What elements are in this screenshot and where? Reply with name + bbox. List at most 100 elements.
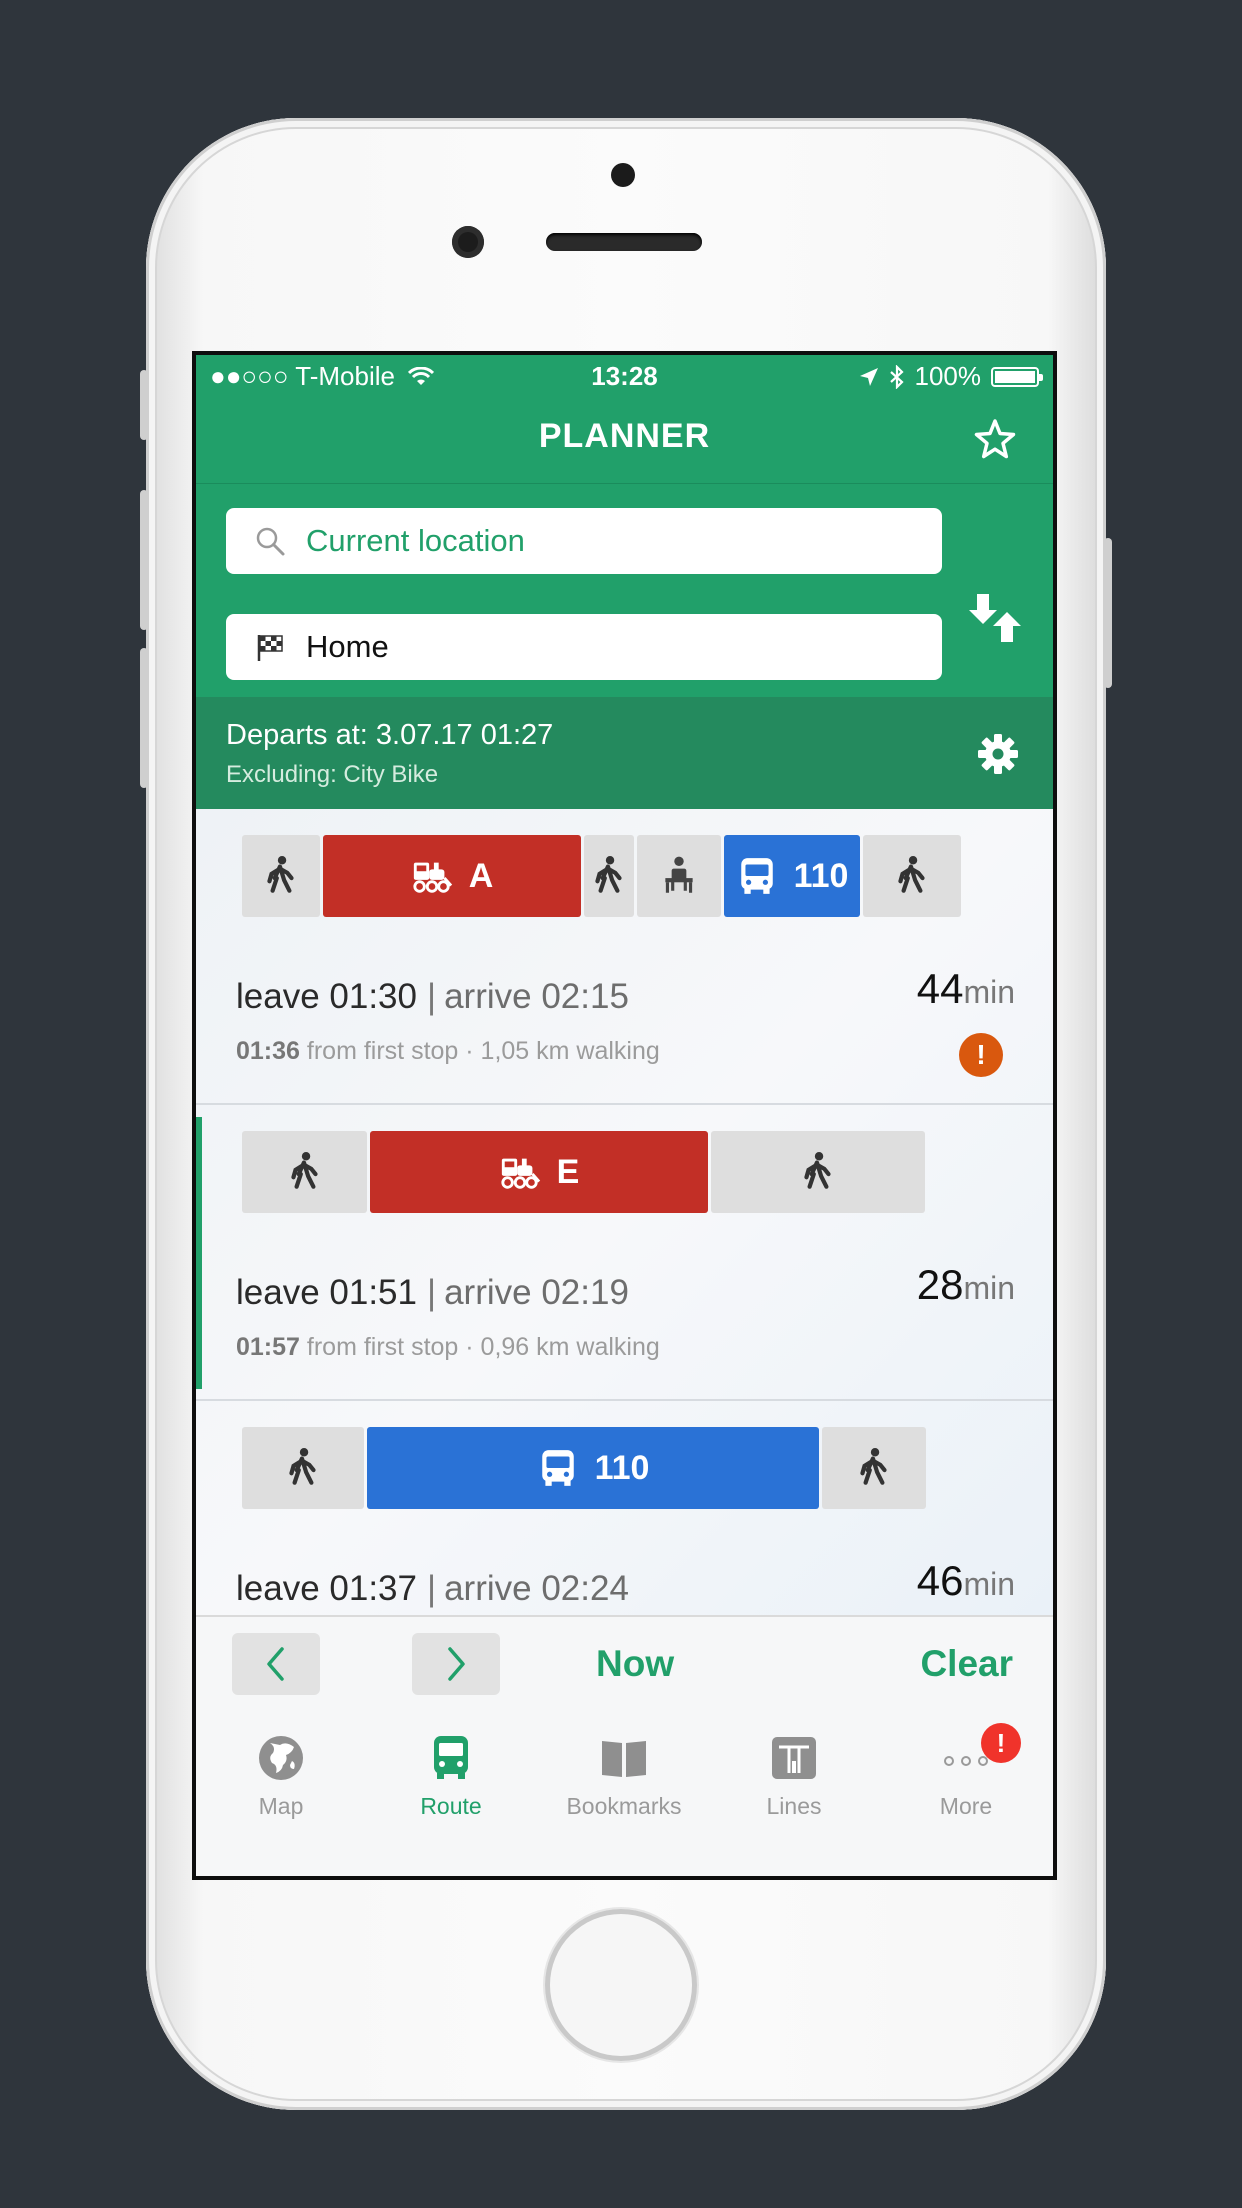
app-screen: ●●○○○ T-Mobile 13:28 100% PLANNER Curren… xyxy=(192,351,1057,1880)
route-details-text: from first stop · 1,05 km walking xyxy=(306,1037,660,1065)
next-button[interactable] xyxy=(412,1633,500,1695)
arrive-time: arrive 02:15 xyxy=(444,977,629,1016)
route-times: leave 01:51 | arrive 02:19 xyxy=(236,1273,629,1312)
bus-icon xyxy=(541,1450,574,1486)
status-right: 100% xyxy=(859,361,1043,392)
tab-map[interactable]: Map xyxy=(196,1733,366,1820)
leave-time: leave 01:37 xyxy=(236,1569,417,1608)
train-line-label: E xyxy=(556,1152,580,1191)
arrive-time: arrive 02:24 xyxy=(444,1569,629,1608)
train-icon xyxy=(501,1158,540,1189)
duration-unit: min xyxy=(963,974,1015,1010)
duration-unit: min xyxy=(963,1270,1015,1306)
walking-icon xyxy=(267,856,294,893)
excluding-modes: Excluding: City Bike xyxy=(226,761,439,788)
route-option-selected[interactable]: E leave 01:51 | arrive 02:19 28min 01:57 f… xyxy=(196,1105,1053,1401)
power-button xyxy=(1104,538,1112,688)
star-icon[interactable] xyxy=(973,417,1017,461)
volume-down-button xyxy=(140,648,148,788)
camera-dot xyxy=(611,163,635,187)
search-icon xyxy=(256,527,285,556)
bus-leg: 110 xyxy=(724,835,860,917)
walking-icon xyxy=(290,1152,318,1189)
train-leg: A xyxy=(323,835,581,917)
route-legs: 110 xyxy=(242,1427,926,1509)
volume-up-button xyxy=(140,490,148,630)
warning-icon[interactable]: ! xyxy=(959,1033,1003,1077)
wait-leg xyxy=(637,835,721,917)
tab-bookmarks[interactable]: Bookmarks xyxy=(539,1733,709,1820)
bus-icon xyxy=(740,858,773,894)
bus-icon xyxy=(434,1736,468,1779)
mute-switch xyxy=(140,370,148,440)
walking-icon xyxy=(804,1152,831,1189)
front-camera xyxy=(452,226,484,258)
gear-icon[interactable] xyxy=(977,733,1019,775)
arrive-time: arrive 02:19 xyxy=(444,1273,629,1312)
first-stop-time: 01:36 xyxy=(236,1037,300,1065)
first-stop-time: 01:57 xyxy=(236,1333,300,1361)
walk-leg xyxy=(242,835,320,917)
departure-options[interactable]: Departs at: 3.07.17 01:27 Excluding: Cit… xyxy=(196,697,1053,809)
battery-icon xyxy=(991,366,1043,387)
from-field[interactable]: Current location xyxy=(226,508,942,574)
tab-lines-label: Lines xyxy=(766,1793,822,1819)
walking-icon xyxy=(860,1448,887,1485)
route-duration: 44min xyxy=(917,965,1015,1013)
tab-bookmarks-label: Bookmarks xyxy=(566,1793,682,1819)
duration-value: 28 xyxy=(916,1261,964,1308)
book-icon xyxy=(602,1741,646,1777)
train-icon xyxy=(413,862,452,893)
walk-leg xyxy=(584,835,634,917)
route-details: 01:36 from first stop · 1,05 km walking xyxy=(236,1037,660,1066)
now-button[interactable]: Now xyxy=(596,1643,674,1685)
tab-lines[interactable]: Lines xyxy=(709,1733,879,1820)
walking-icon xyxy=(898,856,925,893)
route-duration: 46min xyxy=(917,1557,1015,1605)
earpiece-speaker xyxy=(546,233,702,251)
clear-button[interactable]: Clear xyxy=(920,1643,1013,1685)
leave-time: leave 01:51 xyxy=(236,1273,417,1312)
tab-route-label: Route xyxy=(420,1793,482,1819)
checkered-flag-icon xyxy=(257,635,283,661)
from-value: Current location xyxy=(306,523,525,558)
walk-leg xyxy=(242,1131,367,1213)
route-option[interactable]: 110 leave 01:37 | arrive 02:24 46min xyxy=(196,1401,1053,1615)
home-button[interactable] xyxy=(545,1909,697,2061)
waiting-bench-icon xyxy=(665,856,693,893)
notification-badge: ! xyxy=(981,1723,1021,1763)
duration-unit: min xyxy=(963,1566,1015,1602)
globe-icon xyxy=(259,1736,303,1780)
bus-line-label: 110 xyxy=(793,856,849,895)
train-leg: E xyxy=(370,1131,708,1213)
chevron-left-icon xyxy=(267,1647,284,1681)
walk-leg xyxy=(711,1131,925,1213)
to-field[interactable]: Home xyxy=(226,614,942,680)
tab-route[interactable]: Route xyxy=(366,1733,536,1820)
swap-direction-icon[interactable] xyxy=(969,590,1025,646)
route-legs: E xyxy=(242,1131,925,1213)
route-details: 01:57 from first stop · 0,96 km walking xyxy=(236,1333,660,1362)
tab-more[interactable]: More ! xyxy=(881,1723,1051,1820)
walk-leg xyxy=(822,1427,926,1509)
route-option[interactable]: A 110 leave 01:30 | arrive 02:15 44min 0… xyxy=(196,809,1053,1105)
route-legs: A 110 xyxy=(242,835,961,917)
duration-value: 44 xyxy=(916,965,964,1012)
departs-at: Departs at: 3.07.17 01:27 xyxy=(226,719,554,751)
bus-leg: 110 xyxy=(367,1427,819,1509)
search-section: Current location Home xyxy=(196,483,1053,698)
route-times: leave 01:30 | arrive 02:15 xyxy=(236,977,629,1016)
route-details-text: from first stop · 0,96 km walking xyxy=(306,1333,660,1361)
battery-percent: 100% xyxy=(914,361,982,391)
walk-leg xyxy=(242,1427,364,1509)
duration-value: 46 xyxy=(916,1557,964,1604)
page-title: PLANNER xyxy=(538,417,711,455)
tab-bar: Map Route Bookmarks Lines More ! xyxy=(196,1715,1053,1876)
previous-button[interactable] xyxy=(232,1633,320,1695)
route-duration: 28min xyxy=(917,1261,1015,1309)
chevron-right-icon xyxy=(448,1647,465,1681)
lines-icon xyxy=(772,1737,816,1779)
tab-map-label: Map xyxy=(258,1793,304,1819)
train-line-label: A xyxy=(468,856,494,895)
bluetooth-icon xyxy=(889,364,904,389)
